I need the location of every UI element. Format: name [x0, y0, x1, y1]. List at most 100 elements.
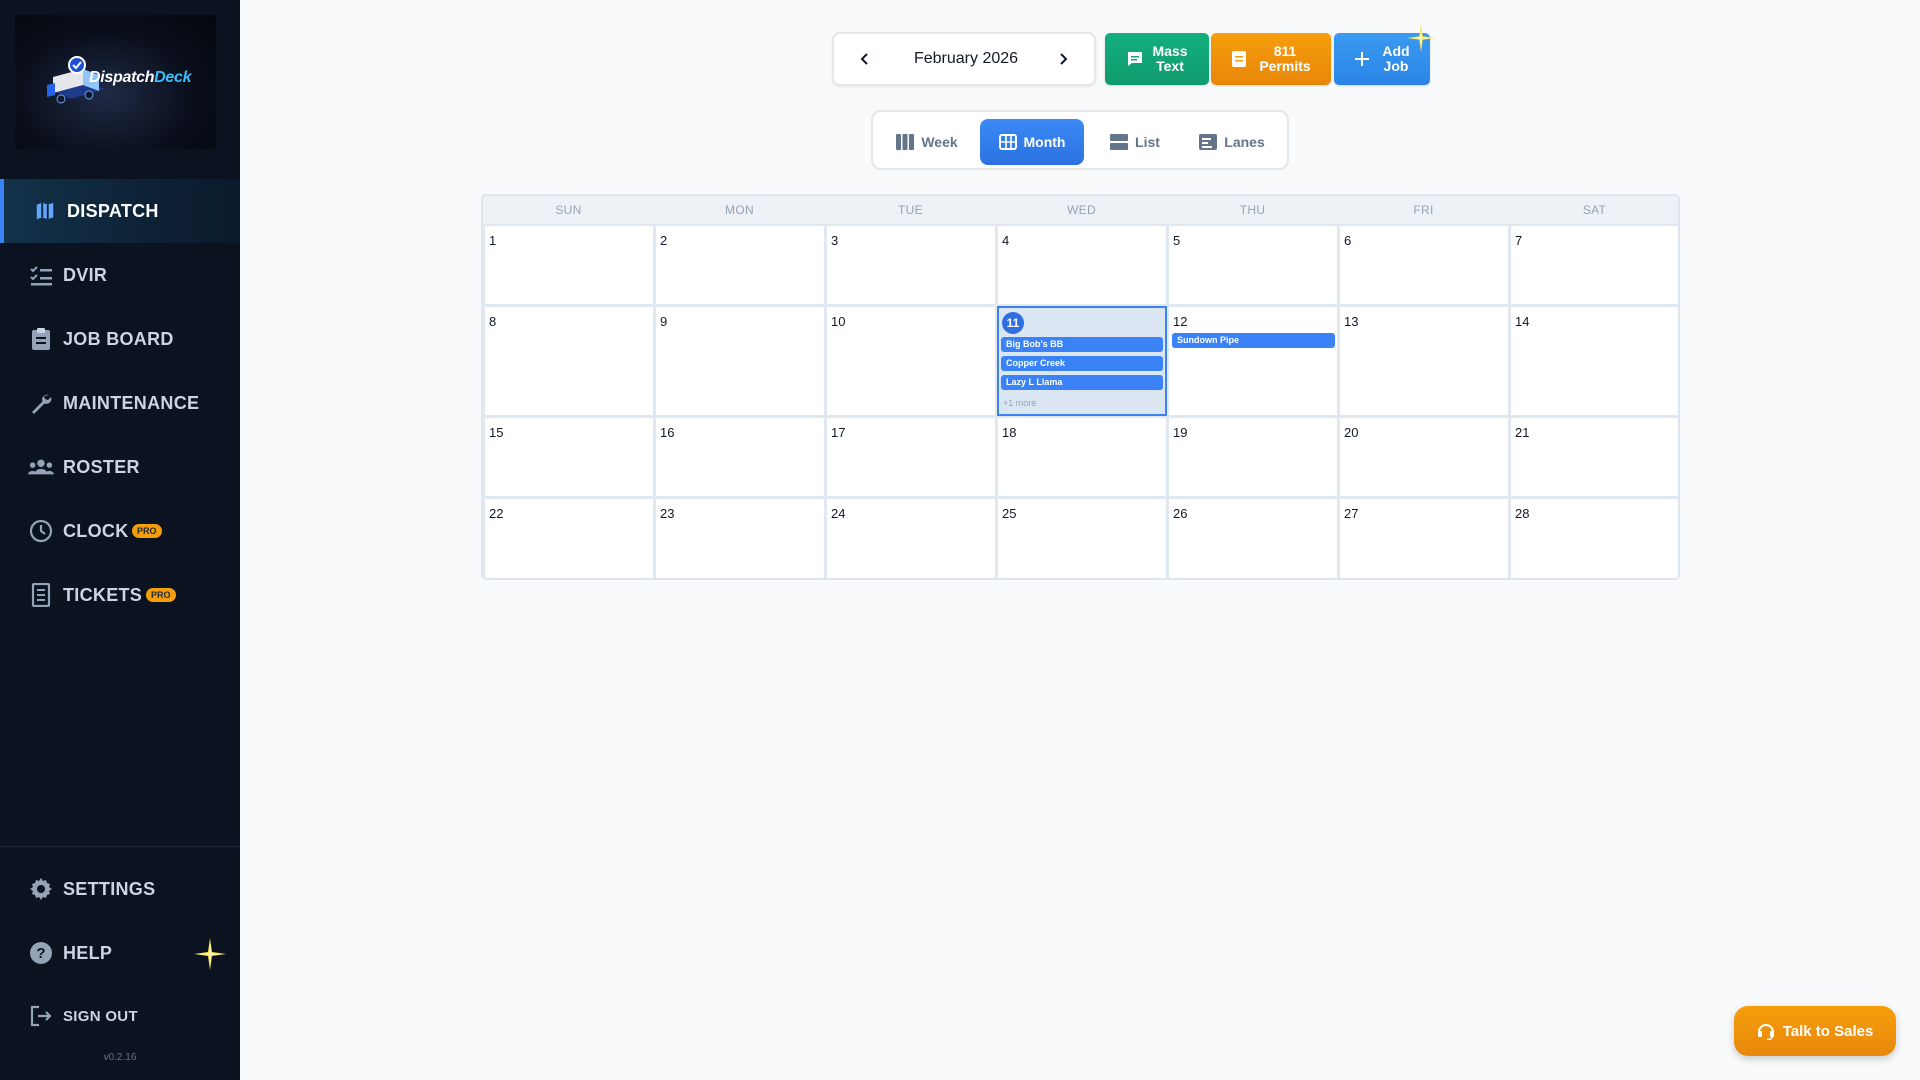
- calendar-day-today[interactable]: 11 Big Bob's BB Copper Creek Lazy L Llam…: [997, 306, 1167, 416]
- view-week-label: Week: [921, 134, 958, 150]
- app-version: v0.2.16: [103, 1052, 137, 1063]
- calendar-day[interactable]: 5: [1169, 226, 1337, 304]
- day-number: 9: [660, 314, 668, 329]
- calendar-day[interactable]: 9: [656, 307, 824, 415]
- sidebar-item-maintenance[interactable]: MAINTENANCE: [0, 371, 240, 435]
- view-lanes-label: Lanes: [1224, 134, 1265, 150]
- calendar-day[interactable]: 16: [656, 418, 824, 496]
- calendar-day[interactable]: 13: [1340, 307, 1508, 415]
- day-number: 20: [1344, 425, 1359, 440]
- app-logo[interactable]: DispatchDeck: [15, 15, 216, 149]
- sidebar-item-tickets[interactable]: TICKETS PRO: [0, 563, 240, 627]
- people-icon: [28, 454, 54, 480]
- svg-text:?: ?: [36, 945, 45, 962]
- day-number: 26: [1173, 506, 1188, 521]
- calendar-event[interactable]: Big Bob's BB: [1001, 337, 1163, 352]
- calendar-day[interactable]: 27: [1340, 499, 1508, 578]
- calendar-day[interactable]: 10: [827, 307, 995, 415]
- permits-label-1: 811: [1273, 43, 1297, 59]
- columns-icon: [896, 134, 915, 150]
- calendar-day[interactable]: 25: [998, 499, 1166, 578]
- day-number: 7: [1515, 233, 1523, 248]
- calendar-day[interactable]: 7: [1511, 226, 1678, 304]
- sparkle-icon: [1406, 23, 1436, 53]
- sidebar-item-label: TICKETS: [63, 584, 143, 605]
- gear-icon: [28, 876, 54, 902]
- sidebar-item-settings[interactable]: SETTINGS: [0, 857, 240, 921]
- calendar-day[interactable]: 20: [1340, 418, 1508, 496]
- weekday-label: THU: [1239, 203, 1266, 217]
- sidebar-item-dvir[interactable]: DVIR: [0, 243, 240, 307]
- add-job-label-2: Job: [1383, 58, 1409, 74]
- view-list-label: List: [1135, 134, 1160, 150]
- month-calendar: SUN MON TUE WED THU FRI SAT 1 2 3 4 5 6 …: [481, 194, 1680, 580]
- calendar-day[interactable]: 18: [998, 418, 1166, 496]
- document-icon: [1232, 51, 1247, 67]
- plus-icon: [1355, 52, 1370, 66]
- headset-icon: [1757, 1022, 1775, 1040]
- view-list-button[interactable]: List: [1095, 119, 1175, 165]
- sidebar-item-job-board[interactable]: JOB BOARD: [0, 307, 240, 371]
- calendar-weekday-header: SUN MON TUE WED THU FRI SAT: [483, 196, 1678, 224]
- sidebar-item-dispatch[interactable]: DISPATCH: [0, 179, 240, 243]
- mass-text-label-1: Mass: [1152, 43, 1188, 59]
- calendar-event[interactable]: Lazy L Llama: [1001, 375, 1163, 390]
- calendar-day[interactable]: 28: [1511, 499, 1678, 578]
- calendar-event[interactable]: Copper Creek: [1001, 356, 1163, 371]
- calendar-day[interactable]: 15: [485, 418, 653, 496]
- weekday-label: SAT: [1582, 203, 1607, 217]
- help-icon: ?: [28, 940, 54, 966]
- mass-text-label-2: Text: [1156, 58, 1184, 74]
- sidebar-item-clock[interactable]: CLOCK PRO: [0, 499, 240, 563]
- sidebar-divider: [0, 846, 240, 847]
- calendar-day[interactable]: 22: [485, 499, 653, 578]
- map-icon: [32, 198, 58, 224]
- day-number: 5: [1173, 233, 1181, 248]
- sidebar-item-label: SIGN OUT: [63, 1007, 138, 1025]
- calendar-day[interactable]: 26: [1169, 499, 1337, 578]
- weekday-label: TUE: [898, 203, 923, 217]
- calendar-day[interactable]: 8: [485, 307, 653, 415]
- weekday-label: FRI: [1413, 203, 1434, 217]
- day-number: 23: [660, 506, 675, 521]
- sidebar-item-label: DISPATCH: [67, 200, 159, 221]
- view-lanes-button[interactable]: Lanes: [1186, 119, 1278, 165]
- chevron-right-icon: [1060, 53, 1068, 65]
- sidebar-item-sign-out[interactable]: SIGN OUT: [0, 985, 240, 1047]
- previous-month-button[interactable]: [842, 42, 888, 76]
- sidebar-item-help[interactable]: ? HELP: [0, 921, 240, 985]
- calendar-day[interactable]: 24: [827, 499, 995, 578]
- brand-name: DispatchDeck: [89, 69, 192, 86]
- sidebar-item-roster[interactable]: ROSTER: [0, 435, 240, 499]
- next-month-button[interactable]: [1040, 42, 1086, 76]
- day-number: 19: [1173, 425, 1188, 440]
- more-events-link[interactable]: +1 more: [1003, 398, 1036, 408]
- day-number: 21: [1515, 425, 1530, 440]
- calendar-day[interactable]: 12 Sundown Pipe: [1169, 307, 1337, 415]
- talk-to-sales-button[interactable]: Talk to Sales: [1734, 1006, 1896, 1056]
- mass-text-button[interactable]: Mass Text: [1105, 33, 1209, 85]
- calendar-day[interactable]: 19: [1169, 418, 1337, 496]
- calendar-day[interactable]: 21: [1511, 418, 1678, 496]
- month-navigator: February 2026: [832, 32, 1096, 86]
- day-number: 4: [1002, 233, 1010, 248]
- day-number: 1: [489, 233, 497, 248]
- add-job-button[interactable]: Add Job: [1334, 23, 1436, 85]
- permits-button[interactable]: 811 Permits: [1211, 33, 1331, 85]
- sidebar-item-label: CLOCK: [63, 520, 129, 541]
- calendar-event[interactable]: Sundown Pipe: [1172, 333, 1335, 348]
- view-week-button[interactable]: Week: [885, 119, 969, 165]
- calendar-day[interactable]: 14: [1511, 307, 1678, 415]
- view-month-button[interactable]: Month: [980, 119, 1084, 165]
- pro-badge: PRO: [132, 524, 162, 538]
- calendar-day[interactable]: 3: [827, 226, 995, 304]
- calendar-day[interactable]: 4: [998, 226, 1166, 304]
- calendar-day[interactable]: 23: [656, 499, 824, 578]
- sidebar-item-label: SETTINGS: [63, 878, 156, 899]
- view-toggle: Week Month List Lanes: [871, 110, 1289, 170]
- calendar-day[interactable]: 1: [485, 226, 653, 304]
- calendar-day[interactable]: 6: [1340, 226, 1508, 304]
- calendar-day[interactable]: 2: [656, 226, 824, 304]
- calendar-day[interactable]: 17: [827, 418, 995, 496]
- day-number: 8: [489, 314, 497, 329]
